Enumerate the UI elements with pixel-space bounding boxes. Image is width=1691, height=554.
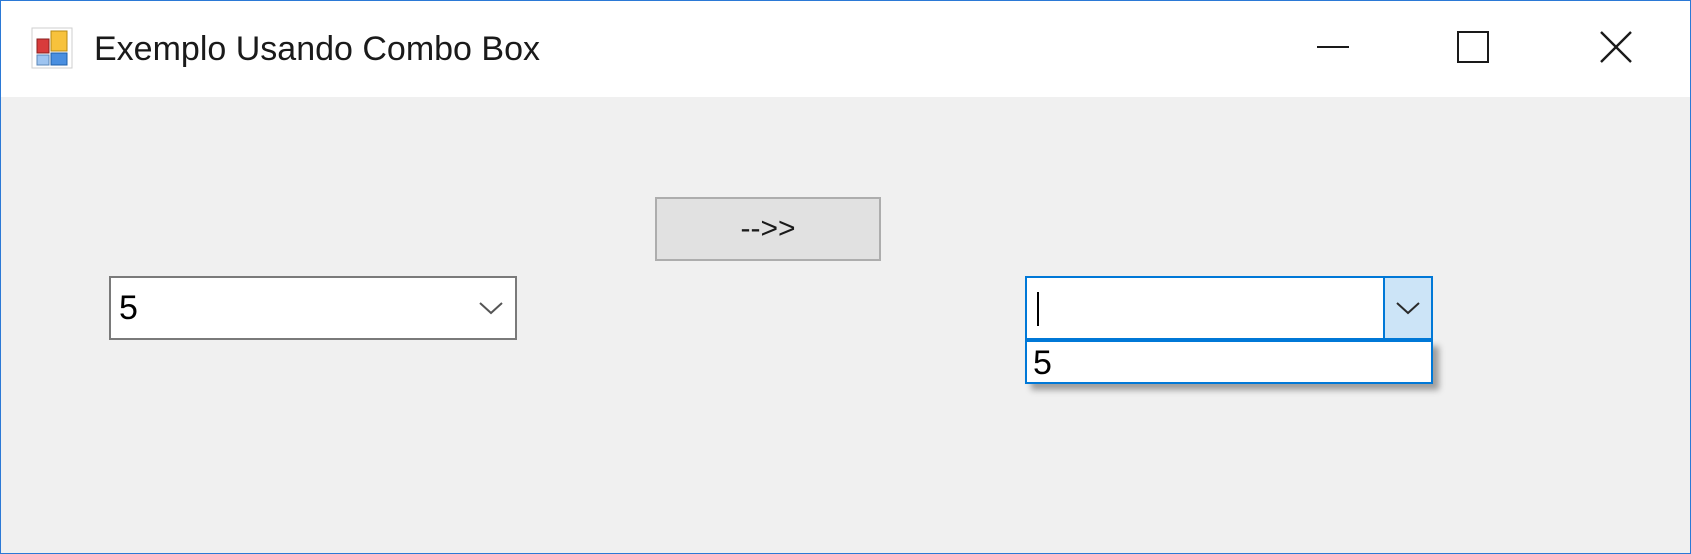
maximize-icon	[1456, 30, 1490, 69]
chevron-down-icon[interactable]	[1383, 278, 1431, 338]
target-combo-box[interactable]	[1025, 276, 1433, 340]
dropdown-option[interactable]: 5	[1033, 342, 1052, 382]
source-combo-box[interactable]: 5	[109, 276, 517, 340]
close-icon	[1599, 30, 1633, 69]
window-title: Exemplo Usando Combo Box	[94, 30, 541, 68]
transfer-button[interactable]: -->>	[655, 197, 881, 261]
chevron-down-icon[interactable]	[467, 278, 515, 338]
title-bar[interactable]: Exemplo Usando Combo Box	[1, 1, 1690, 97]
close-button[interactable]	[1546, 1, 1686, 97]
maximize-button[interactable]	[1403, 1, 1543, 97]
source-combo-value: 5	[119, 289, 138, 327]
target-combo-dropdown-list: 5	[1025, 340, 1433, 384]
minimize-button[interactable]	[1263, 1, 1403, 97]
transfer-button-label: -->>	[740, 212, 796, 245]
app-window: Exemplo Usando Combo Box -->> 5 5	[0, 0, 1691, 554]
form-client-area: -->> 5 5	[1, 97, 1690, 553]
text-caret	[1037, 292, 1039, 326]
app-icon	[31, 27, 73, 69]
minimize-icon	[1316, 30, 1350, 69]
